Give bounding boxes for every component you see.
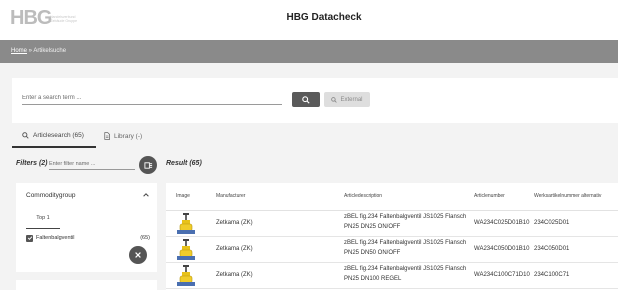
result-table: Image Manufacturer Articledescription Ar… [166,183,618,290]
column-header-image[interactable]: Image [176,193,190,199]
valve-image [177,265,195,286]
search-icon [302,95,310,104]
filter-action-button[interactable] [139,156,157,174]
breadcrumb-home-link[interactable]: Home [11,48,27,54]
breadcrumb-bar: Home » Artikelsuche [0,40,618,63]
tab-bar: Articlesearch (65) Library (-) [12,124,618,148]
checkbox-checked[interactable] [26,234,33,242]
tab-articlesearch-label: Articlesearch (65) [33,131,84,139]
filters-title: Filters (2) [16,160,48,167]
breadcrumb-current: Artikelsuche [33,48,67,54]
table-row[interactable]: Zetkama (ZK) zBEL fig.234 Faltenbalgvent… [166,263,618,289]
tab-library[interactable]: Library (-) [104,124,142,148]
search-input[interactable] [22,91,282,105]
chevron-up-icon[interactable] [142,191,150,199]
facet-item-count: (65) [140,235,150,241]
cell-description-line2: PN25 DN100 REGEL [344,276,402,282]
facet-top-tab[interactable]: Top 1 [26,214,60,229]
cell-manufacturer: Zetkama (ZK) [216,246,253,252]
cell-werks: 234C100C71 [534,272,570,278]
cell-description-line2: PN25 DN50 ON/OFF [344,250,401,256]
tab-library-label: Library (-) [114,132,143,140]
cell-description-line1: zBEL fig.234 Faltenbalgventil JS1025 Fla… [344,214,467,220]
external-search-button[interactable]: External [324,92,370,107]
cell-manufacturer: Zetkama (ZK) [216,220,253,226]
cell-manufacturer: Zetkama (ZK) [216,272,253,278]
external-label: External [340,96,363,103]
valve-image [177,213,195,234]
cell-articlenumber: WA234C100C71D10 [474,272,530,278]
cell-werks: 234C025D01 [534,220,570,226]
cell-werks: 234C050D01 [534,246,570,252]
tab-articlesearch[interactable]: Articlesearch (65) [12,124,96,148]
breadcrumb: Home » Artikelsuche [11,48,66,54]
close-filter-button[interactable] [129,246,147,264]
search-panel: External [12,78,618,123]
column-header-articlenumber[interactable]: Articlenumber [474,193,505,199]
filter-name-input[interactable] [49,158,135,170]
document-icon [104,132,110,140]
valve-image [177,239,195,260]
table-row[interactable]: Zetkama (ZK) zBEL fig.234 Faltenbalgvent… [166,211,618,237]
facet-title: Commoditygroup [26,192,76,199]
app-header: HBG Handelsverbund Gebäude Gruppe HBG Da… [0,0,618,40]
search-icon [22,131,29,139]
cell-description-line1: zBEL fig.234 Faltenbalgventil JS1025 Fla… [344,240,467,246]
app-title: HBG Datacheck [286,12,362,23]
cell-articlenumber: WA234C025D01B10 [474,220,530,226]
facet-item[interactable]: Faltenbalgventil (65) [26,233,150,243]
facet-card-next [16,280,157,290]
close-icon [135,252,141,258]
search-button[interactable] [292,92,320,107]
checkmark-icon [27,236,32,241]
table-row[interactable]: Zetkama (ZK) zBEL fig.234 Faltenbalgvent… [166,237,618,263]
clear-filter-icon [143,161,152,169]
column-header-werksartikelnummer[interactable]: Werksartikelnummer alternativ [534,193,601,199]
result-title: Result (65) [166,160,202,167]
cell-description-line1: zBEL fig.234 Faltenbalgventil JS1025 Fla… [344,266,467,272]
facet-item-label: Faltenbalgventil [36,235,75,241]
cell-articlenumber: WA234C050D01B10 [474,246,530,252]
column-header-articledescription[interactable]: Articledescription [344,193,382,199]
search-icon [331,96,338,103]
column-header-manufacturer[interactable]: Manufacturer [216,193,245,199]
cell-description-line2: PN25 DN25 ON/OFF [344,224,401,230]
